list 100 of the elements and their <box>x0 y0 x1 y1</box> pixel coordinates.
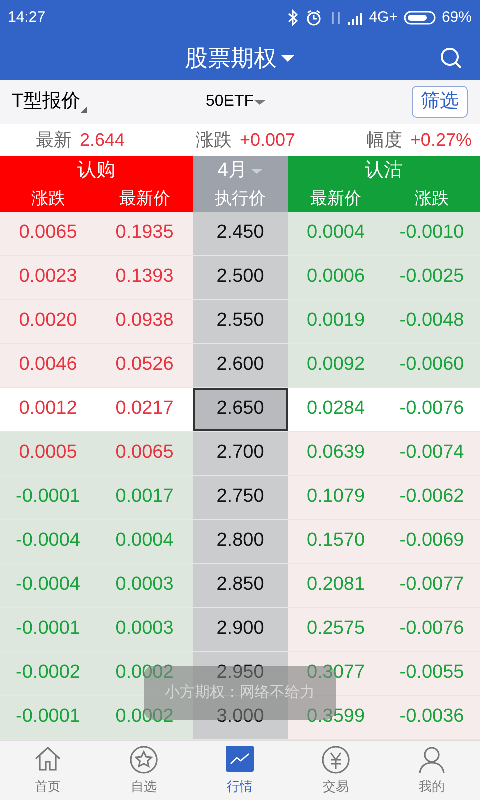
nav-tab[interactable]: 自选 <box>96 741 192 800</box>
quote-value: 2.644 <box>80 128 126 152</box>
quote-value: +0.007 <box>240 128 296 152</box>
table-cell-text: -0.0055 <box>398 661 466 686</box>
option-row[interactable]: -0.0004 0.0004 2.800 0.1570 -0.0069 <box>0 520 480 564</box>
quote-value: +0.27% <box>410 128 472 152</box>
table-cell-text: 0.0284 <box>306 397 366 422</box>
alarm-icon <box>305 9 324 27</box>
title-dropdown[interactable]: 股票期权 <box>185 40 295 76</box>
option-row[interactable]: 0.0065 0.1935 2.450 0.0004 -0.0010 <box>0 212 480 256</box>
strike-cell: 2.750 <box>193 476 288 519</box>
status-time: 14:27 <box>8 8 46 28</box>
option-row[interactable]: 0.0005 0.0065 2.700 0.0639 -0.0074 <box>0 432 480 476</box>
table-cell-text: -0.0004 <box>15 573 82 598</box>
caret-icon <box>254 100 266 104</box>
underlying-dropdown[interactable]: 50ETF <box>206 90 266 114</box>
option-row[interactable]: -0.0001 0.0017 2.750 0.1079 -0.0062 <box>0 476 480 520</box>
strike-cell: 2.700 <box>193 432 288 475</box>
network-type: 4G+ <box>369 8 398 28</box>
quote-label: 涨跌 <box>196 128 232 152</box>
table-cell-text: -0.0062 <box>398 485 466 510</box>
strike-cell: 2.550 <box>193 300 288 343</box>
option-row[interactable]: 0.0023 0.1393 2.500 0.0006 -0.0025 <box>0 256 480 300</box>
table-cell-text: 0.0639 <box>306 441 366 466</box>
call-title: 认购 <box>76 159 116 183</box>
filter-button[interactable]: 筛选 <box>412 86 468 118</box>
table-cell-text: 0.0023 <box>18 265 78 290</box>
table-cell-text: 0.0092 <box>306 353 366 378</box>
table-cell-text: 0.3599 <box>306 705 366 730</box>
table-cell-text: 0.0005 <box>18 441 78 466</box>
table-cell-text: 0.0217 <box>114 397 175 422</box>
nav-tab[interactable]: 行情 <box>192 741 288 800</box>
strike-cell: 2.900 <box>193 608 288 651</box>
table-cell-text: 0.0065 <box>114 441 175 466</box>
table-cell-text: 0.0004 <box>306 221 366 246</box>
table-cell-text: 0.0003 <box>114 573 175 598</box>
table-cell-text: -0.0060 <box>398 353 466 378</box>
caret-icon <box>281 54 295 62</box>
table-cell-text: -0.0001 <box>15 705 82 730</box>
table-cell-text: -0.0076 <box>398 617 466 642</box>
table-cell-text: 0.0065 <box>18 221 78 246</box>
table-cell-text: -0.0048 <box>398 309 466 334</box>
corner-caret-icon <box>80 107 87 114</box>
table-cell-text: 0.0004 <box>114 529 175 554</box>
option-row[interactable]: 0.0012 0.0217 2.650 0.0284 -0.0076 <box>0 388 480 432</box>
table-cell-text: -0.0004 <box>15 529 82 554</box>
table-cell-text: -0.0001 <box>15 617 82 642</box>
table-cell-text: -0.0074 <box>398 441 466 466</box>
quote-label: 幅度 <box>366 128 402 152</box>
person-icon <box>417 744 447 775</box>
table-cell-text: 0.2081 <box>306 573 366 598</box>
table-cell-text: -0.0001 <box>15 485 82 510</box>
battery-percent: 69% <box>442 8 472 28</box>
put-title: 认沽 <box>364 159 404 183</box>
table-cell-text: -0.0069 <box>398 529 466 554</box>
table-cell-text: 0.3077 <box>306 661 366 684</box>
search-icon[interactable] <box>440 46 463 70</box>
table-cell-text: -0.0025 <box>398 265 466 290</box>
table-cell-text: -0.0010 <box>398 221 466 246</box>
table-cell-text: 0.0002 <box>114 661 175 684</box>
table-cell-text: -0.0002 <box>15 661 82 686</box>
column-header: 最新价 <box>118 188 172 210</box>
table-cell-text: 0.0938 <box>114 309 175 334</box>
table-cell-text: 0.0003 <box>114 617 175 642</box>
table-cell-text: 0.2575 <box>306 617 366 642</box>
yen-icon <box>321 744 351 775</box>
strike-cell: 2.600 <box>193 344 288 387</box>
view-dropdown[interactable]: T型报价 <box>12 88 87 116</box>
option-row[interactable]: 0.0046 0.0526 2.600 0.0092 -0.0060 <box>0 344 480 388</box>
option-row[interactable]: -0.0001 0.0003 2.900 0.2575 -0.0076 <box>0 608 480 652</box>
table-cell-text: 0.0002 <box>114 705 175 730</box>
table-cell-text: 0.1079 <box>306 485 366 510</box>
table-cell-text: 0.1393 <box>114 265 175 290</box>
column-header: 执行价 <box>214 188 267 210</box>
nav-tab[interactable]: 我的 <box>384 741 480 800</box>
table-cell-text: -0.0076 <box>398 397 466 422</box>
nav-tab[interactable]: 交易 <box>288 741 384 800</box>
strike-cell: 2.850 <box>193 564 288 607</box>
table-cell-text: 0.0020 <box>18 309 78 334</box>
table-cell-text: 0.0046 <box>18 353 78 378</box>
signal-icon <box>347 10 364 26</box>
column-header: 涨跌 <box>30 188 66 210</box>
option-row[interactable]: 0.0020 0.0938 2.550 0.0019 -0.0048 <box>0 300 480 344</box>
data-arrows-icon <box>329 9 342 27</box>
strike-cell: 2.450 <box>193 212 288 255</box>
line-chart-icon <box>225 744 255 775</box>
column-header: 涨跌 <box>414 188 450 210</box>
table-cell-text: 0.1935 <box>114 221 175 246</box>
strike-cell: 2.500 <box>193 256 288 299</box>
table-cell-text: 0.1570 <box>306 529 366 554</box>
table-cell-text: -0.0036 <box>398 705 466 730</box>
table-cell-text: 0.0006 <box>306 265 366 290</box>
caret-icon <box>251 168 264 174</box>
table-cell-text: 0.0526 <box>114 353 175 378</box>
strike-cell: 2.800 <box>193 520 288 563</box>
option-row[interactable]: -0.0004 0.0003 2.850 0.2081 -0.0077 <box>0 564 480 608</box>
nav-tab[interactable]: 首页 <box>0 741 96 800</box>
table-cell-text: 0.0019 <box>306 309 366 334</box>
table-cell-text: -0.0077 <box>398 573 466 598</box>
strike-cell: 2.650 <box>193 388 288 431</box>
